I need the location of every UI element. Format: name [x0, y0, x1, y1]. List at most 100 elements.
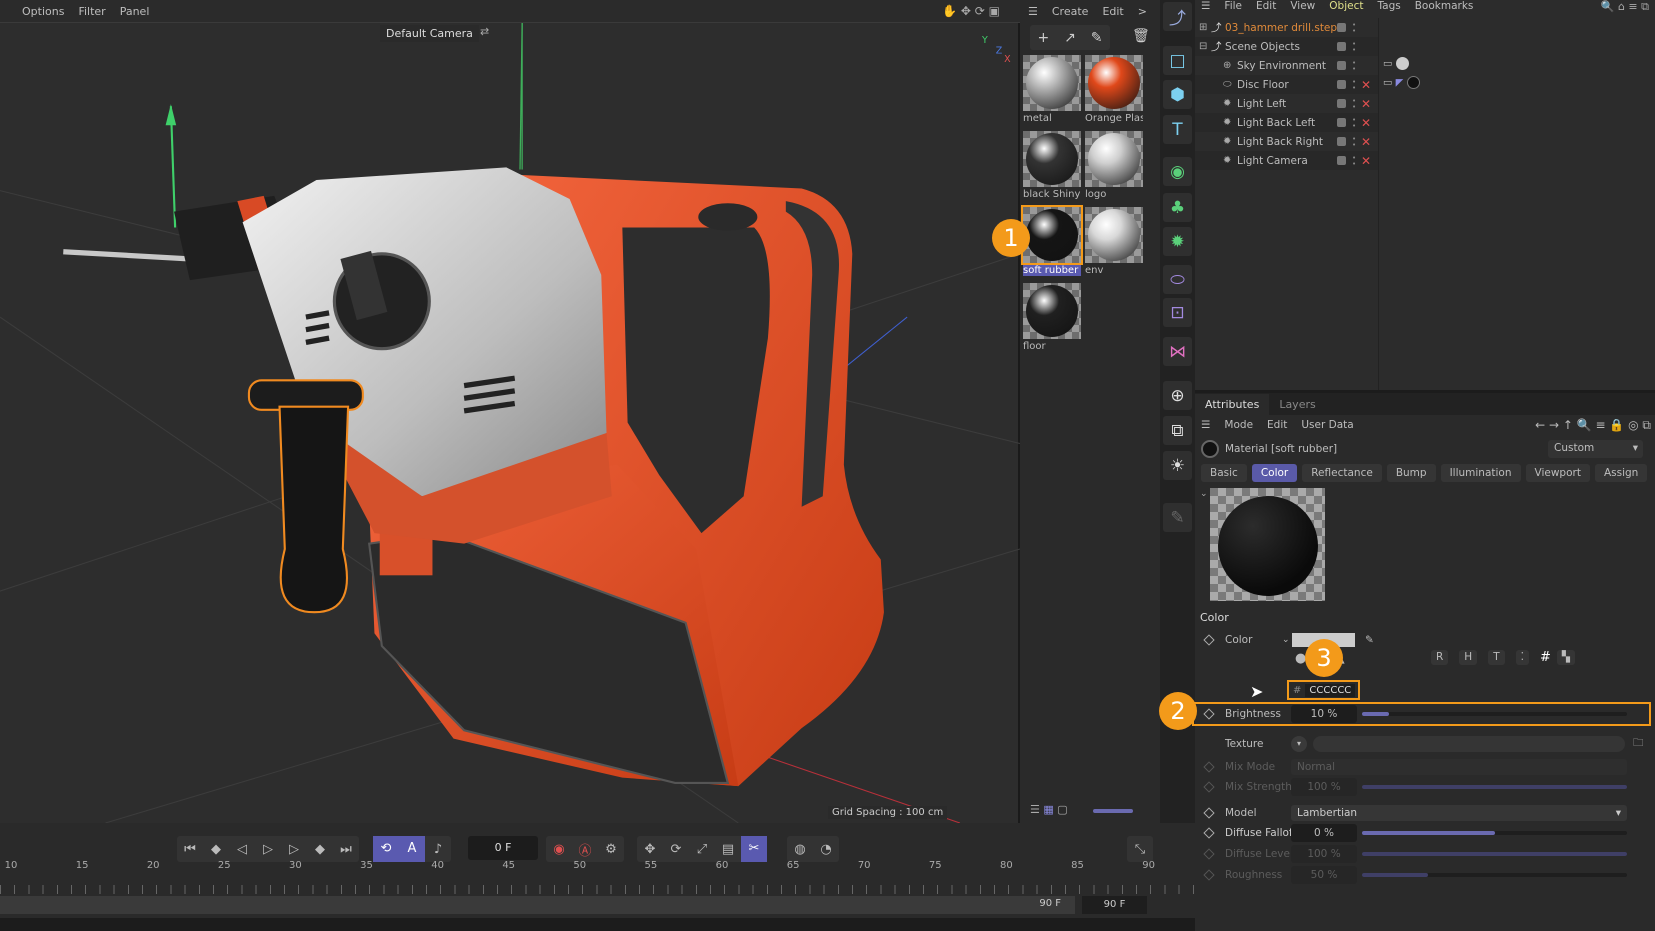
spline-icon[interactable]: ⋈ [1163, 337, 1192, 366]
visibility-toggle[interactable] [1337, 99, 1346, 108]
disabled-x-icon[interactable]: ✕ [1361, 116, 1371, 130]
object-row[interactable]: ⊟ ⤴ Scene Objects • • [1195, 37, 1378, 56]
cloner-icon[interactable]: ♣ [1163, 193, 1192, 222]
material-tile[interactable] [1085, 55, 1143, 111]
object-row[interactable]: ⊞ ⤴ 03_hammer drill.step • • [1195, 18, 1378, 37]
menu-mode[interactable]: Mode [1224, 419, 1253, 431]
material-tile[interactable] [1023, 283, 1081, 339]
rotate-key-icon[interactable]: ⟳ [663, 842, 689, 857]
keyframe-icon[interactable] [1203, 708, 1215, 720]
hex-field[interactable]: # CCCCCC [1287, 680, 1360, 700]
object-row[interactable]: ✹ Light Back Right • • ✕ [1195, 132, 1378, 151]
object-name[interactable]: 03_hammer drill.step [1225, 22, 1337, 34]
3d-viewport[interactable]: YZX Default Camera ⇄ Grid Spacing : 100 … [0, 22, 1021, 824]
goto-start-icon[interactable]: ⏮ [177, 842, 203, 857]
loop-icon[interactable]: ⟲ [373, 836, 399, 862]
menu-tags[interactable]: Tags [1377, 0, 1400, 13]
layer-dots-icon[interactable]: • • [1352, 59, 1357, 72]
material-tile[interactable] [1085, 207, 1143, 263]
prev-frame-icon[interactable]: ◁ [229, 842, 255, 857]
material-tile[interactable] [1023, 55, 1081, 111]
schedule-icon[interactable]: ◔ [813, 842, 839, 857]
subtab-bump[interactable]: Bump [1386, 464, 1436, 482]
floor-tags[interactable]: ▭ ◤ [1383, 76, 1420, 89]
object-name[interactable]: Light Camera [1237, 155, 1308, 167]
material-tile[interactable] [1023, 131, 1081, 187]
record-icon[interactable]: ◉ [546, 842, 572, 857]
object-name[interactable]: Light Left [1237, 98, 1286, 110]
expand-icon[interactable]: ⊟ [1199, 41, 1207, 52]
sky-tags[interactable]: ▭ [1383, 57, 1409, 70]
move-key-icon[interactable]: ✥ [637, 842, 663, 857]
collapse-chevron-icon[interactable]: ⌄ [1200, 489, 1208, 499]
disabled-x-icon[interactable]: ✕ [1361, 78, 1371, 92]
object-row[interactable]: ⬭ Disc Floor • • ✕ [1195, 75, 1378, 94]
menu-edit[interactable]: Edit [1256, 0, 1276, 13]
camera-link-icon[interactable]: ⇄ [480, 25, 489, 38]
object-name[interactable]: Disc Floor [1237, 79, 1289, 91]
layer-dots-icon[interactable]: • • [1352, 135, 1357, 148]
material-label[interactable]: logo [1085, 189, 1143, 200]
subtab-assign[interactable]: Assign [1594, 464, 1648, 482]
expand-icon[interactable]: ⊞ [1199, 22, 1207, 33]
view-mode-icons[interactable]: ☰ ▦ ▢ [1030, 803, 1068, 816]
mode-r-button[interactable]: R [1431, 650, 1449, 665]
tab-layers[interactable]: Layers [1269, 394, 1325, 415]
visibility-toggle[interactable] [1337, 80, 1346, 89]
environment-icon[interactable]: ⧉ [1163, 416, 1192, 445]
visibility-toggle[interactable] [1337, 61, 1346, 70]
plane-icon[interactable]: □ [1163, 46, 1192, 75]
layer-dots-icon[interactable]: • • [1352, 116, 1357, 129]
object-row[interactable]: ✹ Light Back Left • • ✕ [1195, 113, 1378, 132]
material-label[interactable]: metal [1023, 113, 1081, 124]
menu-panel[interactable]: Panel [120, 5, 150, 18]
disabled-x-icon[interactable]: ✕ [1361, 135, 1371, 149]
object-row[interactable]: ✹ Light Camera • • ✕ [1195, 151, 1378, 170]
light-icon[interactable]: ☀ [1163, 451, 1192, 480]
layer-dots-icon[interactable]: • • [1352, 40, 1357, 53]
hamburger-icon[interactable]: ☰ [1028, 5, 1038, 18]
plus-icon[interactable]: + [1037, 30, 1049, 46]
subtab-reflectance[interactable]: Reflectance [1302, 464, 1382, 482]
keyframe-icon[interactable] [1203, 634, 1215, 646]
texture-dropdown[interactable]: ▾ [1291, 736, 1307, 752]
material-tile[interactable] [1021, 205, 1083, 265]
mode-t-button[interactable]: T [1488, 650, 1505, 665]
param-key-icon[interactable]: ▤ [715, 842, 741, 857]
next-key-icon[interactable]: ◆ [307, 842, 333, 857]
mode-hex-button[interactable]: # [1540, 650, 1551, 665]
brightness-slider[interactable] [1362, 712, 1627, 716]
keyframe-settings-icon[interactable]: ⚙ [598, 842, 624, 857]
current-frame-field[interactable]: 0 F [468, 836, 538, 860]
autokey-icon[interactable]: A [399, 836, 425, 862]
mix-mode-dropdown[interactable]: Normal [1291, 759, 1627, 775]
trash-icon[interactable]: 🗑 [1132, 28, 1150, 44]
eyedropper-icon[interactable]: ✎ [1091, 30, 1103, 46]
brightness-input[interactable]: 10 % [1291, 705, 1357, 723]
object-row[interactable]: ✹ Light Left • • ✕ [1195, 94, 1378, 113]
viewport-nav-icons[interactable]: ✋ ✥ ⟳ ▣ [942, 4, 1000, 18]
visibility-toggle[interactable] [1337, 42, 1346, 51]
object-name[interactable]: Scene Objects [1225, 41, 1300, 53]
subtab-basic[interactable]: Basic [1201, 464, 1247, 482]
tab-attributes[interactable]: Attributes [1195, 393, 1270, 415]
layer-dots-icon[interactable]: • • [1352, 21, 1357, 34]
preset-dropdown[interactable]: Custom ▾ [1548, 440, 1643, 458]
object-name[interactable]: Light Back Left [1237, 117, 1315, 129]
play-icon[interactable]: ▷ [255, 842, 281, 857]
chevron-down-icon[interactable]: ⌄ [1282, 635, 1290, 645]
subtab-viewport[interactable]: Viewport [1525, 464, 1590, 482]
effector-icon[interactable]: ✹ [1163, 227, 1192, 256]
visibility-toggle[interactable] [1337, 156, 1346, 165]
menu-create[interactable]: Create [1052, 5, 1089, 18]
pla-key-icon[interactable]: ✂ [741, 836, 767, 862]
text-icon[interactable]: T [1163, 115, 1192, 144]
max-frame-field[interactable]: 90 F [1082, 896, 1147, 914]
coordinate-system-icon[interactable]: ⤴ [1163, 2, 1192, 31]
mode-h-button[interactable]: H [1459, 650, 1478, 665]
layer-dots-icon[interactable]: • • [1352, 78, 1357, 91]
menu-object[interactable]: Object [1329, 0, 1363, 13]
visibility-toggle[interactable] [1337, 23, 1346, 32]
object-row[interactable]: ⊕ Sky Environment • • [1195, 56, 1378, 75]
material-label[interactable]: Orange Plas [1085, 113, 1143, 124]
